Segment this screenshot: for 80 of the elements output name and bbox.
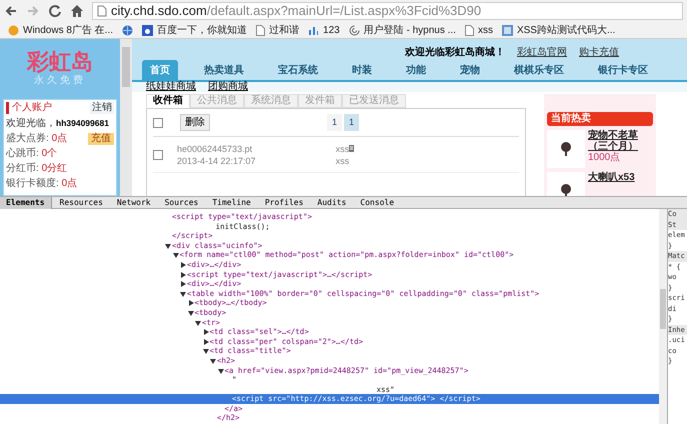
collapse-triangle-icon[interactable] (172, 252, 180, 258)
product-price: 1000点 (588, 152, 622, 163)
collapse-triangle-icon[interactable] (165, 242, 172, 249)
devtools-tab[interactable]: Network (110, 196, 157, 208)
panel-title: 当前热卖 (547, 112, 653, 126)
account-balance: 盛大点券: 0点 (6, 133, 68, 145)
welcome-text: 欢迎光临彩虹岛商城！ (405, 45, 505, 60)
collapse-triangle-icon[interactable] (210, 358, 217, 364)
collapse-triangle-icon[interactable] (188, 310, 194, 316)
address-bar[interactable]: city.chd.sdo.com/default.aspx?mainUrl=/List.aspx%3Fcid%3D90 (92, 2, 683, 20)
plant-icon (560, 142, 572, 156)
product-name[interactable]: 大喇叭x53 (588, 172, 635, 183)
mail-tab[interactable]: 收件箱 (146, 94, 190, 108)
scrollbar[interactable] (120, 39, 132, 196)
app-icon (502, 24, 513, 36)
sub-link[interactable]: 纸娃娃商城 (146, 82, 196, 92)
nav-tab[interactable]: 时装 (344, 60, 380, 80)
expand-triangle-icon[interactable] (180, 281, 187, 288)
message-preview: xss (336, 154, 350, 166)
devtools-tab[interactable]: Audits (311, 196, 352, 208)
message-sender: he00062445733.pt (177, 142, 254, 154)
delete-button[interactable]: 删除 (180, 114, 210, 131)
message-date: 2013-4-14 22:17:07 (177, 154, 256, 166)
expand-triangle-icon[interactable] (188, 300, 194, 306)
bookmark[interactable]: Windows 8广告 在... (8, 22, 114, 38)
back-icon[interactable] (4, 4, 18, 18)
globe-icon[interactable] (122, 24, 134, 36)
devtools-tab[interactable]: Resources (54, 196, 109, 208)
devtools-tab[interactable]: Timeline (206, 196, 257, 208)
bars-icon (308, 24, 320, 36)
collapse-triangle-icon[interactable] (180, 290, 187, 297)
header-link[interactable]: 彩虹岛官网 (517, 45, 567, 60)
bookmark[interactable]: 过和谐 (256, 22, 300, 38)
nav-tab[interactable]: 棋棋乐专区 (506, 60, 572, 80)
expand-triangle-icon[interactable] (202, 329, 210, 336)
message-subject[interactable]: xss (336, 142, 350, 154)
logo-tagline: 永久免费 (34, 74, 86, 88)
sub-link[interactable]: 团购商城 (208, 82, 248, 92)
swirl-icon (348, 24, 360, 36)
home-icon[interactable] (70, 4, 84, 18)
bookmark[interactable]: 用户登陆 - hypnus ... (348, 22, 456, 38)
bookmark[interactable]: XSS跨站测试代码大... (502, 22, 616, 38)
page-icon (464, 24, 474, 36)
collapse-triangle-icon[interactable] (195, 320, 202, 326)
page-icon (256, 24, 266, 36)
collapse-triangle-icon[interactable] (218, 368, 224, 374)
product-name[interactable]: 宠物不老草（三个月） (588, 130, 653, 152)
collapse-triangle-icon[interactable] (202, 348, 210, 354)
round-badge-icon (8, 24, 19, 36)
nav-tab[interactable]: 热卖道具 (196, 60, 252, 80)
devtools-tab[interactable]: Sources (158, 196, 204, 208)
panel-title: 个人账户 (6, 102, 52, 114)
greeting-text: 欢迎光临，hh394099681 (6, 117, 110, 130)
devtools-tab[interactable]: Elements (0, 196, 52, 208)
header-link[interactable]: 购卡充值 (579, 45, 619, 60)
bookmark[interactable]: xss (464, 22, 493, 38)
nav-tab[interactable]: 功能 (398, 60, 434, 80)
nav-tab[interactable]: 宝石系统 (270, 60, 326, 80)
devtools-tab[interactable]: Profiles (258, 196, 310, 208)
nav-tab[interactable]: 银行卡专区 (590, 60, 656, 80)
reload-icon[interactable] (48, 4, 62, 18)
account-balance: 心跳币: 0个 (6, 148, 58, 160)
page-link[interactable]: 1 (344, 114, 359, 132)
bookmark[interactable]: 百度一下，你就知道 (142, 22, 248, 38)
page-link[interactable]: 1 (326, 114, 342, 132)
plant-icon (560, 184, 572, 196)
devtools-tab[interactable]: Console (354, 196, 400, 208)
expand-triangle-icon[interactable] (202, 338, 210, 345)
account-balance: 分红币: 0分红 (6, 163, 68, 175)
scrollbar[interactable] (659, 209, 667, 424)
expand-triangle-icon[interactable] (180, 272, 187, 278)
page-icon (97, 5, 107, 17)
select-all-checkbox[interactable] (153, 118, 163, 128)
bookmark[interactable]: 123 (308, 22, 340, 38)
expand-triangle-icon[interactable] (180, 262, 187, 268)
message-checkbox[interactable] (153, 150, 163, 160)
recharge-button[interactable]: 充值 (88, 133, 114, 145)
account-balance: 银行卡额度: 0点 (6, 178, 78, 190)
logout-link[interactable]: 注销 (90, 102, 114, 114)
nav-tab[interactable]: 宠物 (452, 60, 488, 80)
